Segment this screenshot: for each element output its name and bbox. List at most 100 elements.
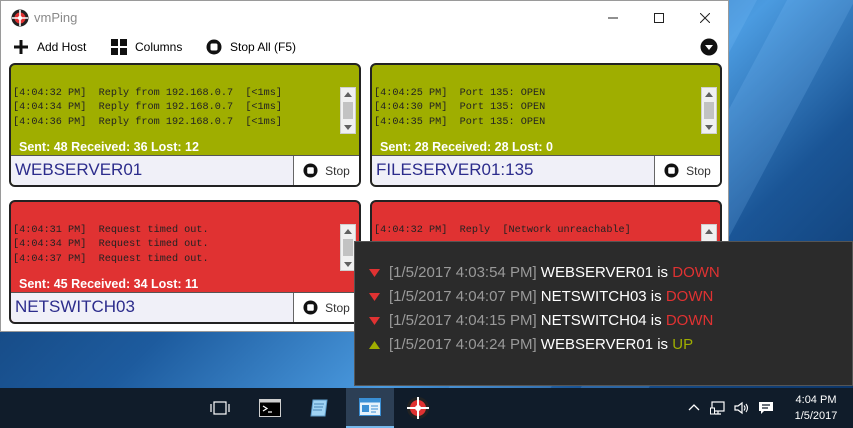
log-line: [4:04:25 PM] Port 135: OPEN xyxy=(374,88,546,99)
history-verb: is xyxy=(657,264,669,281)
plus-icon xyxy=(14,40,28,54)
taskbar-clock[interactable]: 4:04 PM 1/5/2017 xyxy=(781,392,851,424)
add-host-label: Add Host xyxy=(37,40,87,54)
up-arrow-icon xyxy=(369,340,380,349)
history-entry: [1/5/2017 4:04:07 PM] NETSWITCH03 is DOW… xyxy=(369,288,713,305)
close-button[interactable] xyxy=(682,1,728,34)
volume-icon xyxy=(734,401,749,415)
history-host: NETSWITCH03 xyxy=(540,288,647,305)
stop-icon xyxy=(206,39,222,55)
scroll-up-arrow[interactable] xyxy=(702,225,716,237)
status-history-popup[interactable]: [1/5/2017 4:03:54 PM] WEBSERVER01 is DOW… xyxy=(354,241,853,386)
log-line: [4:04:34 PM] Request timed out. xyxy=(13,239,209,251)
stop-label: Stop xyxy=(325,300,350,315)
stop-label: Stop xyxy=(686,163,711,178)
history-entry: [1/5/2017 4:04:24 PM] WEBSERVER01 is UP xyxy=(369,336,693,353)
ping-stats: Sent: 48 Received: 36 Lost: 12 xyxy=(19,140,199,154)
tray-overflow-button[interactable] xyxy=(683,388,705,428)
close-icon xyxy=(700,12,710,23)
task-view-icon xyxy=(210,401,230,415)
stop-button[interactable]: Stop xyxy=(293,293,359,322)
task-view-button[interactable] xyxy=(196,388,244,428)
columns-label: Columns xyxy=(135,40,183,54)
chevron-up-icon xyxy=(688,404,700,411)
network-icon xyxy=(710,401,725,415)
clock-time: 4:04 PM xyxy=(795,394,837,406)
title-bar[interactable]: vmPing xyxy=(1,1,728,34)
stop-all-button[interactable]: Stop All (F5) xyxy=(206,37,296,57)
hostname: NETSWITCH03 xyxy=(15,297,135,316)
tray-volume-button[interactable] xyxy=(731,388,753,428)
stop-button[interactable]: Stop xyxy=(293,156,359,185)
menu-chevron-icon[interactable] xyxy=(700,38,718,56)
history-timestamp: [1/5/2017 4:03:54 PM] xyxy=(389,264,537,281)
history-status: DOWN xyxy=(672,264,720,281)
host-tile: [4:04:31 PM] Request timed out. [4:04:34 … xyxy=(9,200,361,324)
scroll-up-arrow[interactable] xyxy=(341,88,355,100)
history-status: UP xyxy=(672,336,694,353)
columns-button[interactable]: Columns xyxy=(111,37,182,57)
window-app-icon xyxy=(359,398,381,416)
window-title: vmPing xyxy=(34,10,78,25)
history-verb: is xyxy=(650,288,662,305)
stop-button[interactable]: Stop xyxy=(654,156,720,185)
stop-icon xyxy=(303,163,318,178)
history-timestamp: [1/5/2017 4:04:15 PM] xyxy=(389,312,537,329)
tray-network-button[interactable] xyxy=(707,388,729,428)
vmping-icon xyxy=(407,397,429,419)
tray-notifications-button[interactable] xyxy=(755,388,777,428)
terminal-icon xyxy=(259,399,281,417)
notepad-icon xyxy=(310,399,328,417)
taskbar-app-vmping[interactable] xyxy=(394,388,442,428)
down-arrow-icon xyxy=(369,316,380,325)
maximize-icon xyxy=(654,12,664,23)
log-line: [4:04:35 PM] Port 135: OPEN xyxy=(374,116,546,128)
scroll-up-arrow[interactable] xyxy=(702,88,716,100)
stop-all-label: Stop All (F5) xyxy=(230,40,297,54)
hostname: FILESERVER01:135 xyxy=(376,160,534,179)
taskbar-app-terminal[interactable] xyxy=(246,388,294,428)
taskbar-app-explorer[interactable] xyxy=(346,388,394,428)
history-entry: [1/5/2017 4:03:54 PM] WEBSERVER01 is DOW… xyxy=(369,264,720,281)
taskbar-app-notepad[interactable] xyxy=(296,388,344,428)
ping-log: [4:04:32 PM] Reply [Network unreachable] xyxy=(374,224,694,238)
ping-log: [4:04:25 PM] Port 135: OPEN [4:04:30 PM] … xyxy=(374,87,694,130)
clock-date: 1/5/2017 xyxy=(794,410,838,422)
minimize-button[interactable] xyxy=(590,1,636,34)
log-line: [4:04:32 PM] Reply from 192.168.0.7 [<1m… xyxy=(13,88,282,99)
tile-footer: FILESERVER01:135 Stop xyxy=(372,155,720,185)
add-host-button[interactable]: Add Host xyxy=(13,37,86,57)
scroll-down-arrow[interactable] xyxy=(341,121,355,133)
scroll-thumb[interactable] xyxy=(704,102,714,119)
history-status: DOWN xyxy=(665,312,714,329)
app-logo-icon xyxy=(11,9,29,27)
history-host: WEBSERVER01 xyxy=(540,336,654,353)
maximize-button[interactable] xyxy=(636,1,682,34)
log-line: [4:04:31 PM] Request timed out. xyxy=(13,225,209,236)
ping-stats: Sent: 28 Received: 28 Lost: 0 xyxy=(380,140,553,154)
log-scrollbar[interactable] xyxy=(701,87,717,134)
down-arrow-icon xyxy=(369,292,380,301)
host-tile: [4:04:25 PM] Port 135: OPEN [4:04:30 PM] … xyxy=(370,63,722,187)
log-line: [4:04:32 PM] Reply [Network unreachable] xyxy=(374,225,631,236)
tile-footer: NETSWITCH03 Stop xyxy=(11,292,359,322)
history-verb: is xyxy=(657,336,669,353)
stop-icon xyxy=(664,163,679,178)
tile-footer: WEBSERVER01 Stop xyxy=(11,155,359,185)
log-line: [4:04:34 PM] Reply from 192.168.0.7 [<1m… xyxy=(13,102,282,114)
scroll-thumb[interactable] xyxy=(343,102,353,119)
taskbar: 4:04 PM 1/5/2017 xyxy=(0,388,853,428)
scroll-up-arrow[interactable] xyxy=(341,225,355,237)
log-line: [4:04:36 PM] Reply from 192.168.0.7 [<1m… xyxy=(13,116,282,128)
down-arrow-icon xyxy=(369,268,380,277)
stop-icon xyxy=(303,300,318,315)
ping-stats: Sent: 45 Received: 34 Lost: 11 xyxy=(19,277,199,291)
log-line: [4:04:30 PM] Port 135: OPEN xyxy=(374,102,546,114)
toolbar: Add Host Columns Stop All (F5) xyxy=(1,34,728,60)
scroll-down-arrow[interactable] xyxy=(702,121,716,133)
log-line: [4:04:37 PM] Request timed out. xyxy=(13,253,209,265)
scroll-thumb[interactable] xyxy=(343,239,353,256)
history-timestamp: [1/5/2017 4:04:07 PM] xyxy=(389,288,537,305)
log-scrollbar[interactable] xyxy=(340,87,356,134)
scroll-down-arrow[interactable] xyxy=(341,258,355,270)
